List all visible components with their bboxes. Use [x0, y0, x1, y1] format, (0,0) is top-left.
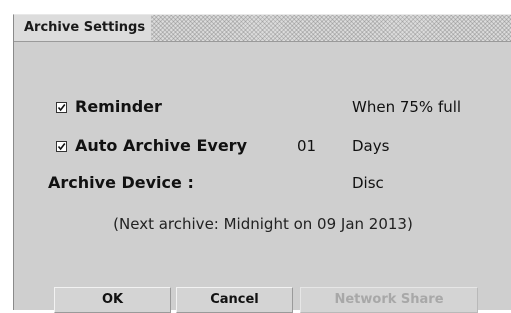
reminder-checkbox[interactable]	[56, 102, 67, 113]
reminder-threshold: When 75% full	[352, 98, 462, 116]
check-icon	[57, 104, 66, 112]
screen: Archive Settings Reminder When 75% full …	[0, 0, 511, 313]
archive-device-value: Disc	[352, 174, 384, 192]
cancel-button[interactable]: Cancel	[176, 287, 293, 313]
auto-archive-label: Auto Archive Every	[75, 136, 247, 155]
archive-device-label: Archive Device :	[48, 173, 194, 192]
dialog-title: Archive Settings	[14, 15, 152, 41]
check-icon	[57, 143, 66, 151]
reminder-label: Reminder	[75, 97, 162, 116]
network-share-button[interactable]: Network Share	[300, 287, 478, 313]
next-archive-info: (Next archive: Midnight on 09 Jan 2013)	[113, 215, 413, 233]
auto-archive-interval[interactable]: 01	[297, 137, 316, 155]
auto-archive-unit: Days	[352, 137, 390, 155]
archive-settings-dialog: Archive Settings Reminder When 75% full …	[13, 14, 511, 313]
ok-button[interactable]: OK	[54, 287, 171, 313]
auto-archive-checkbox[interactable]	[56, 141, 67, 152]
dialog-titlebar[interactable]: Archive Settings	[14, 15, 511, 42]
